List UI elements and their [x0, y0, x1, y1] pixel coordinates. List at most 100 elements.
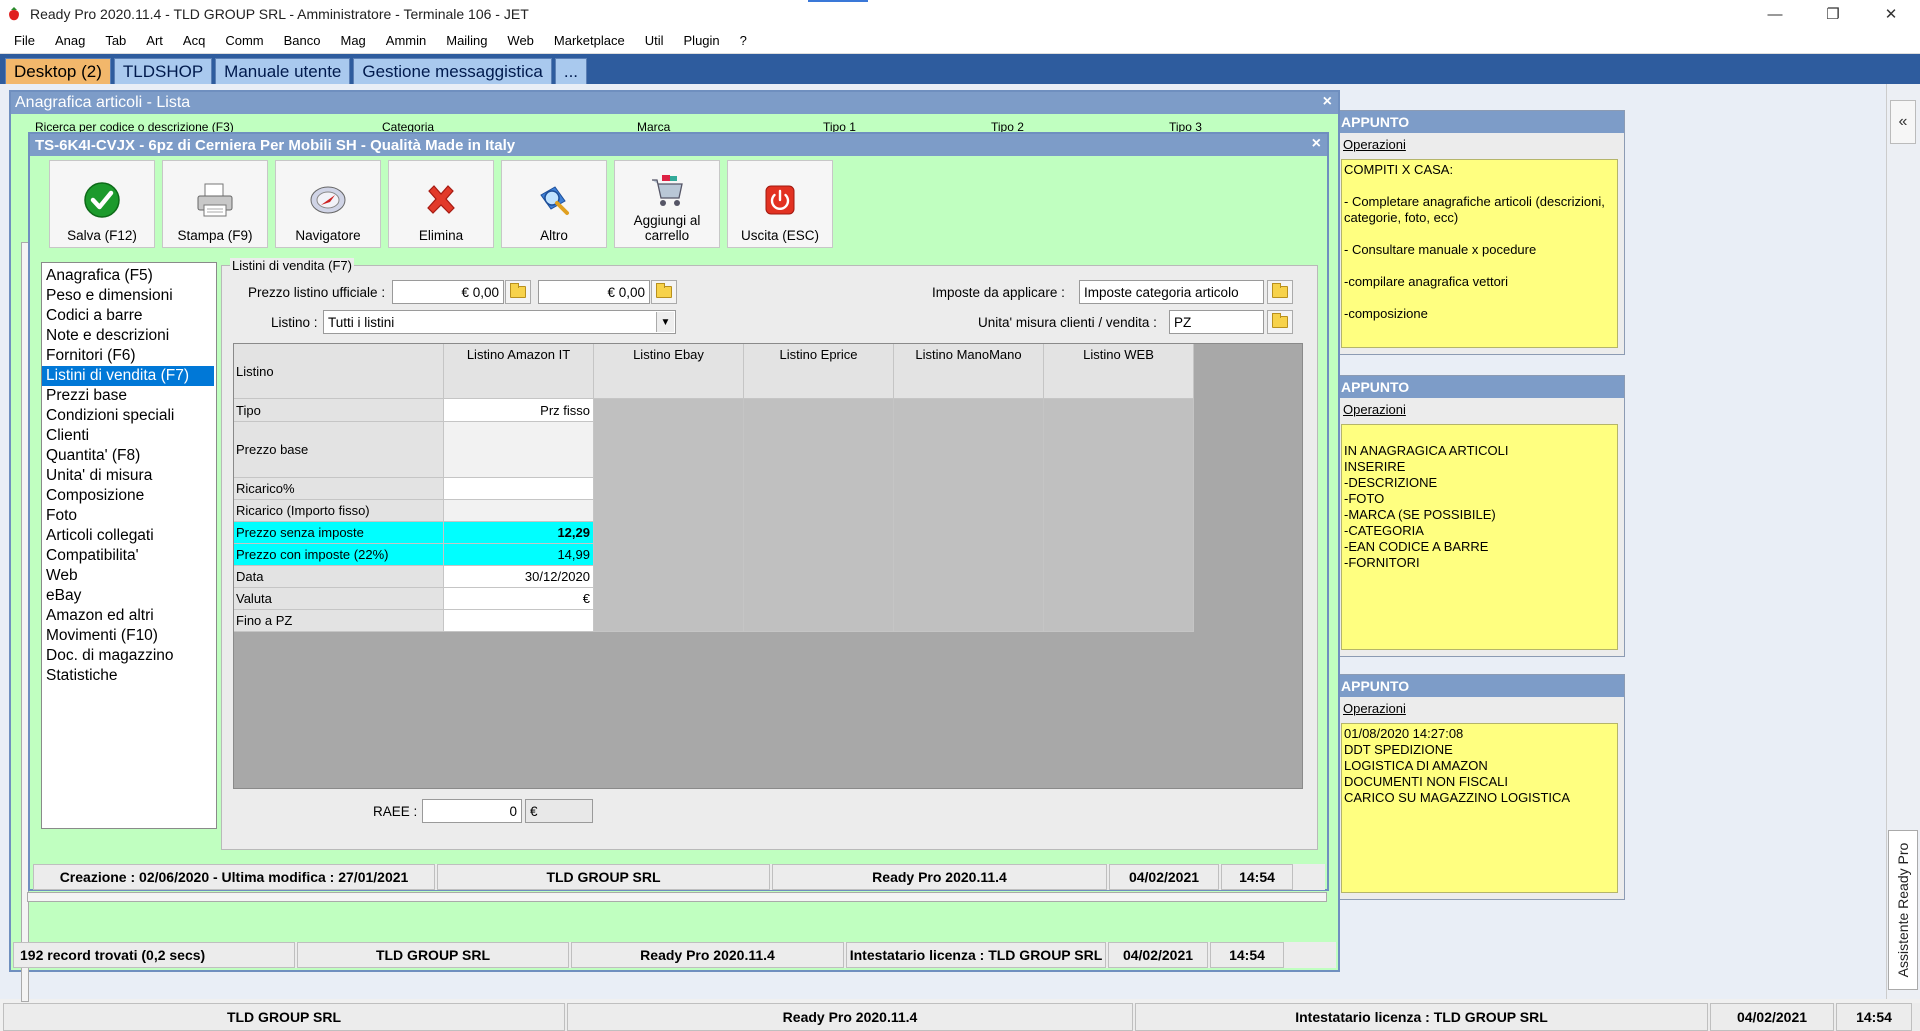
print-button[interactable]: Stampa (F9): [162, 160, 268, 248]
other-button[interactable]: Altro: [501, 160, 607, 248]
app-status-bar: TLD GROUP SRL Ready Pro 2020.11.4 Intest…: [3, 1003, 1920, 1031]
prezzo-listino-folder-button-2[interactable]: [651, 280, 677, 304]
tab-more[interactable]: ...: [554, 58, 588, 84]
grid-cell-valuta[interactable]: €: [444, 588, 594, 610]
delete-x-icon: [421, 180, 461, 220]
exit-button[interactable]: Uscita (ESC): [727, 160, 833, 248]
raee-field[interactable]: 0: [422, 799, 522, 823]
detail-window-close-button[interactable]: ×: [1312, 135, 1321, 153]
nav-composizione[interactable]: Composizione: [42, 486, 216, 506]
list-window-close-button[interactable]: ×: [1323, 93, 1332, 111]
imposte-field[interactable]: Imposte categoria articolo: [1079, 280, 1264, 304]
grid-cell-ricarico-fisso[interactable]: [444, 500, 594, 522]
tab-gestione-messaggistica[interactable]: Gestione messaggistica: [353, 58, 552, 84]
grid-cell-prezzo-con-imposte[interactable]: 14,99: [444, 544, 594, 566]
menu-ammin[interactable]: Ammin: [376, 33, 436, 48]
note-title: APPUNTO: [1339, 675, 1624, 697]
menu-plugin[interactable]: Plugin: [674, 33, 730, 48]
grid-col-amazon-it[interactable]: Listino Amazon IT: [444, 344, 594, 399]
note-operations-link[interactable]: Operazioni: [1339, 133, 1624, 155]
menu-help[interactable]: ?: [730, 33, 757, 48]
note-line: LOGISTICA DI AMAZON: [1344, 758, 1488, 773]
nav-peso-dimensioni[interactable]: Peso e dimensioni: [42, 286, 216, 306]
power-icon: [760, 180, 800, 220]
nav-note-descrizioni[interactable]: Note e descrizioni: [42, 326, 216, 346]
menu-banco[interactable]: Banco: [274, 33, 331, 48]
nav-web[interactable]: Web: [42, 566, 216, 586]
assistant-panel-tab[interactable]: Assistente Ready Pro: [1888, 830, 1918, 990]
unita-folder-button[interactable]: [1267, 310, 1293, 334]
save-button[interactable]: Salva (F12): [49, 160, 155, 248]
note-body[interactable]: 01/08/2020 14:27:08 DDT SPEDIZIONE LOGIS…: [1341, 723, 1618, 893]
focus-indicator: [808, 0, 868, 2]
nav-prezzi-base[interactable]: Prezzi base: [42, 386, 216, 406]
nav-movimenti[interactable]: Movimenti (F10): [42, 626, 216, 646]
menu-mag[interactable]: Mag: [330, 33, 375, 48]
collapse-panel-button[interactable]: «: [1890, 100, 1916, 144]
grid-cell-ricarico-pct[interactable]: [444, 478, 594, 500]
delete-label: Elimina: [418, 228, 464, 243]
menu-file[interactable]: File: [4, 33, 45, 48]
delete-button[interactable]: Elimina: [388, 160, 494, 248]
menu-mailing[interactable]: Mailing: [436, 33, 497, 48]
note-body[interactable]: COMPITI X CASA: - Completare anagrafiche…: [1341, 159, 1618, 348]
grid-col-eprice[interactable]: Listino Eprice: [744, 344, 894, 399]
app-status-version: Ready Pro 2020.11.4: [567, 1003, 1133, 1031]
nav-unita-misura[interactable]: Unita' di misura: [42, 466, 216, 486]
note-operations-link[interactable]: Operazioni: [1339, 398, 1624, 420]
close-window-button[interactable]: ✕: [1862, 0, 1920, 28]
minimize-button[interactable]: —: [1746, 0, 1804, 28]
imposte-label: Imposte da applicare :: [932, 285, 1065, 300]
nav-ebay[interactable]: eBay: [42, 586, 216, 606]
nav-condizioni-speciali[interactable]: Condizioni speciali: [42, 406, 216, 426]
nav-anagrafica[interactable]: Anagrafica (F5): [42, 266, 216, 286]
grid-col-web[interactable]: Listino WEB: [1044, 344, 1194, 399]
nav-listini-vendita[interactable]: Listini di vendita (F7): [42, 366, 214, 386]
grid-col-manomano[interactable]: Listino ManoMano: [894, 344, 1044, 399]
tab-tldshop[interactable]: TLDSHOP: [113, 58, 213, 84]
add-to-cart-button[interactable]: Aggiungi al carrello: [614, 160, 720, 248]
nav-statistiche[interactable]: Statistiche: [42, 666, 216, 686]
status-company: TLD GROUP SRL: [297, 942, 569, 968]
nav-amazon-altri[interactable]: Amazon ed altri: [42, 606, 216, 626]
prezzo-listino-field-2[interactable]: € 0,00: [538, 280, 650, 304]
nav-codici-barre[interactable]: Codici a barre: [42, 306, 216, 326]
navigator-button[interactable]: Navigatore: [275, 160, 381, 248]
exit-label: Uscita (ESC): [740, 228, 819, 243]
grid-cell-fino-pz[interactable]: [444, 610, 594, 632]
menu-tab[interactable]: Tab: [95, 33, 136, 48]
menu-art[interactable]: Art: [136, 33, 173, 48]
restore-button[interactable]: ❐: [1804, 0, 1862, 28]
nav-clienti[interactable]: Clienti: [42, 426, 216, 446]
nav-compatibilita[interactable]: Compatibilita': [42, 546, 216, 566]
prezzo-listino-folder-button-1[interactable]: [505, 280, 531, 304]
menu-acq[interactable]: Acq: [173, 33, 215, 48]
price-list-grid: Listino Listino Amazon IT Listino Ebay L…: [233, 343, 1303, 789]
nav-foto[interactable]: Foto: [42, 506, 216, 526]
tab-desktop[interactable]: Desktop (2): [5, 58, 111, 84]
grid-cell-tipo[interactable]: Prz fisso: [444, 399, 594, 422]
grid-cell-data[interactable]: 30/12/2020: [444, 566, 594, 588]
imposte-folder-button[interactable]: [1267, 280, 1293, 304]
nav-quantita[interactable]: Quantita' (F8): [42, 446, 216, 466]
tab-manuale-utente[interactable]: Manuale utente: [215, 58, 351, 84]
unita-field[interactable]: PZ: [1169, 310, 1264, 334]
nav-articoli-collegati[interactable]: Articoli collegati: [42, 526, 216, 546]
menu-util[interactable]: Util: [635, 33, 674, 48]
grid-col-ebay[interactable]: Listino Ebay: [594, 344, 744, 399]
note-body[interactable]: IN ANAGRAGICA ARTICOLI INSERIRE -DESCRIZ…: [1341, 424, 1618, 650]
folder-icon: [510, 283, 526, 298]
prezzo-listino-field-1[interactable]: € 0,00: [392, 280, 504, 304]
nav-fornitori[interactable]: Fornitori (F6): [42, 346, 216, 366]
list-status-bar: 192 record trovati (0,2 secs) TLD GROUP …: [13, 942, 1336, 968]
menu-web[interactable]: Web: [497, 33, 544, 48]
note-operations-link[interactable]: Operazioni: [1339, 697, 1624, 719]
grid-cell-prezzo-base[interactable]: [444, 422, 594, 478]
listino-select[interactable]: Tutti i listini ▼: [323, 310, 676, 334]
nav-doc-magazzino[interactable]: Doc. di magazzino: [42, 646, 216, 666]
menu-anag[interactable]: Anag: [45, 33, 95, 48]
chevron-down-icon[interactable]: ▼: [656, 312, 674, 332]
menu-marketplace[interactable]: Marketplace: [544, 33, 635, 48]
grid-cell-prezzo-senza-imposte[interactable]: 12,29: [444, 522, 594, 544]
menu-comm[interactable]: Comm: [215, 33, 273, 48]
